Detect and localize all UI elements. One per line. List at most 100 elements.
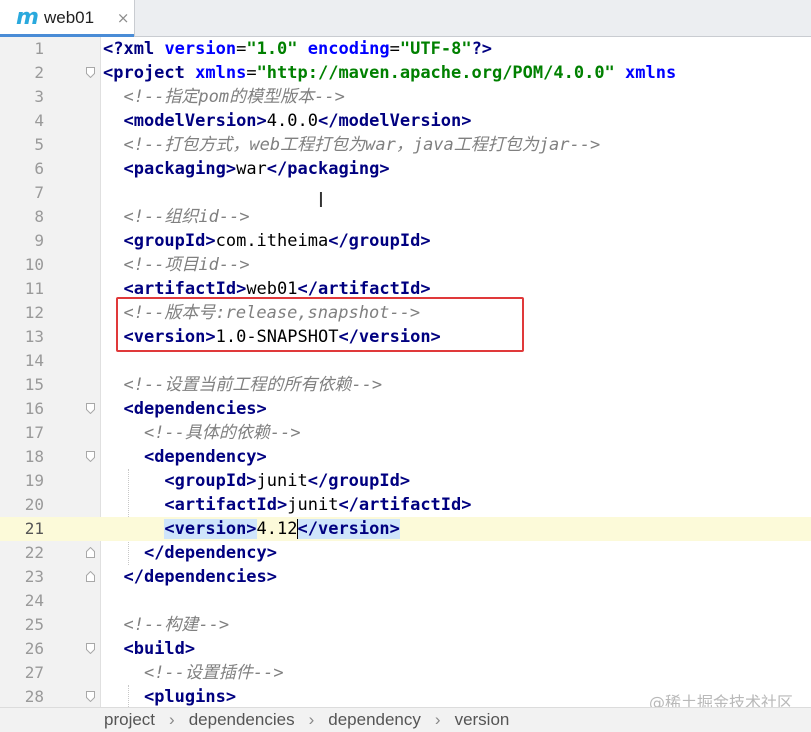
- line-number: 8: [34, 207, 44, 226]
- tab-web01[interactable]: m web01 ×: [0, 0, 135, 37]
- code-token: <artifactId>: [123, 279, 247, 299]
- code-line[interactable]: 10 <!--项目id-->: [0, 253, 811, 277]
- code-line[interactable]: 2 <project xmlns="http://maven.apache.org…: [0, 61, 811, 85]
- close-icon[interactable]: ×: [114, 9, 132, 27]
- fold-open-icon[interactable]: [86, 67, 95, 78]
- code-token: <modelVersion>: [123, 111, 267, 131]
- tab-title: web01: [44, 8, 95, 27]
- breadcrumb: project › dependencies › dependency › ve…: [0, 707, 811, 732]
- code-line[interactable]: 5 <!--打包方式，web工程打包为war，java工程打包为jar-->: [0, 133, 811, 157]
- code-token: <!--打包方式，web工程打包为war，java工程打包为jar-->: [123, 135, 601, 155]
- code-token: <project: [103, 63, 196, 83]
- fold-open-icon[interactable]: [86, 691, 95, 702]
- fold-open-icon[interactable]: [86, 403, 95, 414]
- code-token: =: [246, 63, 257, 83]
- code-text: </dependency>: [103, 541, 277, 565]
- breadcrumb-item-project[interactable]: project: [104, 710, 155, 730]
- line-number: 17: [24, 423, 44, 442]
- code-line[interactable]: 21 <version>4.12</version>: [0, 517, 811, 541]
- code-text: <artifactId>junit</artifactId>: [103, 493, 471, 517]
- code-token: 4.0.0: [266, 111, 318, 131]
- line-number: 28: [24, 687, 44, 706]
- breadcrumb-item-dependencies[interactable]: dependencies: [189, 710, 295, 730]
- code-line[interactable]: 24: [0, 589, 811, 613]
- code-line[interactable]: 18 <dependency>: [0, 445, 811, 469]
- code-token: </artifactId>: [297, 279, 431, 299]
- code-token: xml: [123, 39, 165, 59]
- code-token: <!--指定pom的模型版本-->: [123, 87, 345, 107]
- fold-open-icon[interactable]: [86, 643, 95, 654]
- code-text: <!--具体的依赖-->: [103, 421, 301, 445]
- fold-open-icon[interactable]: [86, 451, 95, 462]
- code-text: <dependency>: [103, 445, 267, 469]
- code-line[interactable]: 7: [0, 181, 811, 205]
- code-token: </groupId>: [328, 231, 431, 251]
- code-text: </dependencies>: [103, 565, 277, 589]
- code-line[interactable]: 16 <dependencies>: [0, 397, 811, 421]
- code-line[interactable]: 3 <!--指定pom的模型版本-->: [0, 85, 811, 109]
- chevron-right-icon: ›: [169, 710, 175, 729]
- code-text: <modelVersion>4.0.0</modelVersion>: [103, 109, 471, 133]
- fold-close-icon[interactable]: [86, 571, 95, 582]
- code-line[interactable]: 14: [0, 349, 811, 373]
- code-line[interactable]: 17 <!--具体的依赖-->: [0, 421, 811, 445]
- code-line[interactable]: 23 </dependencies>: [0, 565, 811, 589]
- code-token: <!--设置当前工程的所有依赖-->: [123, 375, 383, 395]
- code-line[interactable]: 4 <modelVersion>4.0.0</modelVersion>: [0, 109, 811, 133]
- code-text: <packaging>war</packaging>: [103, 157, 389, 181]
- code-line[interactable]: 19 <groupId>junit</groupId>: [0, 469, 811, 493]
- breadcrumb-item-version[interactable]: version: [455, 710, 510, 730]
- maven-icon: m: [16, 5, 39, 30]
- code-line[interactable]: 8 <!--组织id-->: [0, 205, 811, 229]
- code-token: <!--组织id-->: [123, 207, 250, 227]
- line-number: 20: [24, 495, 44, 514]
- code-line[interactable]: 27 <!--设置插件-->: [0, 661, 811, 685]
- code-line[interactable]: 26 <build>: [0, 637, 811, 661]
- code-line[interactable]: 20 <artifactId>junit</artifactId>: [0, 493, 811, 517]
- code-text: <build>: [103, 637, 195, 661]
- code-editor[interactable]: 1 <?xml version="1.0" encoding="UTF-8"?> 2…: [0, 37, 811, 707]
- line-number: 15: [24, 375, 44, 394]
- code-line[interactable]: 1 <?xml version="1.0" encoding="UTF-8"?>: [0, 37, 811, 61]
- code-token: xmlns: [625, 63, 677, 83]
- line-number: 24: [24, 591, 44, 610]
- line-number: 5: [34, 135, 44, 154]
- code-text: <!--设置当前工程的所有依赖-->: [103, 373, 382, 397]
- code-token: web01: [246, 279, 298, 299]
- line-number: 11: [24, 279, 44, 298]
- code-text: <!--设置插件-->: [103, 661, 284, 685]
- breadcrumb-item-dependency[interactable]: dependency: [328, 710, 421, 730]
- line-number: 26: [24, 639, 44, 658]
- code-token: encoding: [307, 39, 390, 59]
- line-number: 18: [24, 447, 44, 466]
- code-token: </groupId>: [307, 471, 411, 491]
- line-number: 13: [24, 327, 44, 346]
- code-line[interactable]: 25 <!--构建-->: [0, 613, 811, 637]
- code-token: =: [389, 39, 400, 59]
- code-token: "http://maven.apache.org/POM/4.0.0": [256, 63, 626, 83]
- code-token: =: [236, 39, 247, 59]
- code-line[interactable]: 6 <packaging>war</packaging>: [0, 157, 811, 181]
- code-line[interactable]: 9 <groupId>com.itheima</groupId>: [0, 229, 811, 253]
- code-token: war: [236, 159, 267, 179]
- code-token: <!--设置插件-->: [143, 663, 284, 683]
- line-number: 25: [24, 615, 44, 634]
- fold-close-icon[interactable]: [86, 547, 95, 558]
- line-number: 1: [34, 39, 44, 58]
- line-number: 16: [24, 399, 44, 418]
- code-text: <project xmlns ="http://maven.apache.org/…: [103, 61, 676, 85]
- code-line[interactable]: 15 <!--设置当前工程的所有依赖-->: [0, 373, 811, 397]
- code-line[interactable]: 22 </dependency>: [0, 541, 811, 565]
- code-text: <!--组织id-->: [103, 205, 250, 229]
- code-token: ?>: [471, 39, 493, 59]
- code-token: "UTF-8": [399, 39, 472, 59]
